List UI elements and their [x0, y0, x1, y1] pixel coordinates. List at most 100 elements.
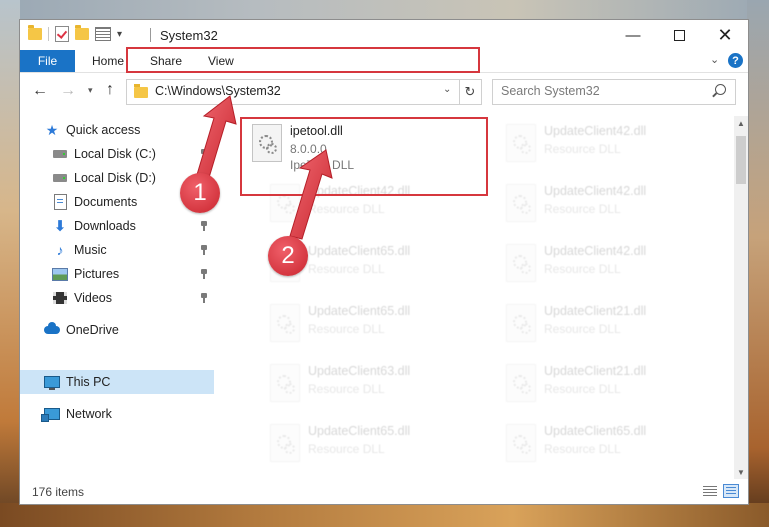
pictures-icon — [52, 267, 68, 281]
item-count: 176 items — [32, 485, 85, 499]
file-name: UpdateClient65.dll — [308, 244, 411, 258]
address-bar[interactable]: C:\Windows\System32 ⌄ — [126, 79, 460, 105]
sidebar-item-downloads[interactable]: ⬇ Downloads — [52, 214, 136, 238]
tab-file[interactable]: File — [20, 50, 75, 72]
view-properties-icon[interactable] — [95, 27, 111, 41]
details-view-icon[interactable] — [703, 486, 717, 497]
file-item[interactable]: UpdateClient42.dll Resource DLL — [498, 120, 728, 172]
desktop-background-right — [747, 0, 769, 527]
file-name: UpdateClient42.dll — [544, 184, 647, 198]
file-item[interactable]: UpdateClient65.dll Resource DLL — [262, 420, 492, 472]
sidebar-item-videos[interactable]: Videos — [52, 286, 112, 310]
search-icon[interactable] — [715, 84, 726, 95]
sidebar-item-label: Local Disk (D:) — [74, 171, 156, 185]
close-button[interactable]: ✕ — [702, 20, 748, 50]
title-bar: ▾ System32 — ✕ — [20, 20, 748, 50]
file-description: Resource DLL — [544, 322, 621, 336]
file-item[interactable]: UpdateClient63.dll Resource DLL — [262, 360, 492, 412]
new-folder-icon[interactable] — [75, 25, 89, 40]
file-description: Resource DLL — [308, 262, 385, 276]
sidebar-item-label: Music — [74, 243, 107, 257]
large-icons-view-icon[interactable] — [723, 484, 739, 498]
forward-arrow-icon[interactable]: → — [60, 82, 76, 100]
dll-file-icon — [506, 424, 536, 462]
address-dropdown-chevron-icon[interactable]: ⌄ — [443, 84, 451, 95]
file-item[interactable]: UpdateClient42.dll Resource DLL — [498, 240, 728, 292]
refresh-button[interactable]: ↻ — [459, 79, 482, 105]
address-path[interactable]: C:\Windows\System32 — [155, 84, 281, 98]
pin-icon[interactable] — [200, 293, 208, 303]
drive-icon — [53, 150, 67, 158]
pin-icon[interactable] — [200, 221, 208, 231]
scroll-thumb[interactable] — [736, 136, 746, 184]
file-item[interactable]: UpdateClient65.dll Resource DLL — [498, 420, 728, 472]
dll-file-icon — [506, 364, 536, 402]
sidebar-item-music[interactable]: ♪ Music — [52, 238, 107, 262]
file-name: UpdateClient65.dll — [308, 304, 411, 318]
customize-toolbar-dropdown-icon[interactable]: ▾ — [117, 29, 122, 40]
help-icon[interactable]: ? — [728, 53, 743, 68]
sidebar-item-pictures[interactable]: Pictures — [52, 262, 119, 286]
search-box[interactable] — [492, 79, 736, 105]
file-item[interactable]: UpdateClient21.dll Resource DLL — [498, 300, 728, 352]
sidebar-item-documents[interactable]: Documents — [52, 190, 137, 214]
maximize-button[interactable] — [656, 20, 702, 50]
sidebar-item-label: OneDrive — [66, 323, 119, 337]
navigation-bar: ← → ▾ ↑ C:\Windows\System32 ⌄ ↻ — [20, 73, 748, 109]
file-item[interactable]: UpdateClient42.dll Resource DLL — [498, 180, 728, 232]
pin-icon[interactable] — [200, 149, 208, 159]
drive-icon — [53, 174, 67, 182]
sidebar-item-quick-access[interactable]: ★ Quick access — [44, 118, 141, 142]
properties-check-icon[interactable] — [55, 26, 69, 42]
scroll-down-arrow-icon[interactable]: ▼ — [734, 465, 748, 479]
status-bar: 176 items — [20, 479, 748, 504]
sidebar-item-label: Pictures — [74, 267, 120, 281]
dll-file-icon — [506, 244, 536, 282]
dll-file-icon — [506, 184, 536, 222]
quick-access-toolbar: ▾ — [28, 25, 122, 42]
star-icon: ★ — [45, 121, 59, 138]
close-icon: ✕ — [717, 25, 733, 45]
minimize-button[interactable]: — — [610, 20, 656, 50]
step-badge-1: 1 — [180, 173, 220, 213]
file-item[interactable]: UpdateClient21.dll Resource DLL — [498, 360, 728, 412]
pin-icon[interactable] — [200, 245, 208, 255]
file-name: UpdateClient65.dll — [308, 424, 411, 438]
desktop-background-bottom — [0, 503, 769, 527]
back-arrow-icon[interactable]: ← — [32, 82, 48, 100]
tab-home[interactable]: Home — [92, 54, 124, 68]
refresh-icon: ↻ — [464, 84, 476, 99]
scroll-up-arrow-icon[interactable]: ▲ — [734, 116, 748, 130]
file-name: UpdateClient63.dll — [308, 364, 411, 378]
toolbar-divider — [48, 27, 49, 41]
sidebar-item-onedrive[interactable]: OneDrive — [44, 318, 119, 342]
search-input[interactable] — [493, 80, 719, 102]
network-icon — [41, 408, 60, 422]
sidebar-item-local-disk-d[interactable]: Local Disk (D:) — [52, 166, 156, 190]
sidebar-item-label: Local Disk (C:) — [74, 147, 156, 161]
dll-file-icon — [270, 304, 300, 342]
computer-icon — [44, 376, 60, 390]
sidebar-item-this-pc[interactable]: This PC — [20, 370, 214, 394]
documents-icon — [53, 194, 67, 210]
sidebar-item-label: Documents — [74, 195, 138, 209]
file-description: Resource DLL — [544, 442, 621, 456]
vertical-scrollbar[interactable]: ▲ ▼ — [734, 116, 748, 479]
file-description: Resource DLL — [544, 142, 621, 156]
folder-icon — [28, 25, 42, 40]
file-description: Resource DLL — [308, 442, 385, 456]
cloud-icon — [44, 322, 60, 334]
desktop-background-top — [0, 0, 769, 20]
recent-locations-chevron-icon[interactable]: ▾ — [88, 85, 93, 96]
sidebar-item-local-disk-c[interactable]: Local Disk (C:) — [52, 142, 156, 166]
file-description: Resource DLL — [308, 382, 385, 396]
expand-ribbon-chevron-icon[interactable]: ⌄ — [710, 53, 719, 66]
dll-file-icon — [270, 424, 300, 462]
file-description: Resource DLL — [544, 262, 621, 276]
sidebar-item-network[interactable]: Network — [41, 402, 112, 426]
pin-icon[interactable] — [200, 269, 208, 279]
up-arrow-icon[interactable]: ↑ — [106, 81, 114, 99]
file-item[interactable]: UpdateClient65.dll Resource DLL — [262, 300, 492, 352]
file-name: UpdateClient21.dll — [544, 364, 647, 378]
sidebar-item-label: Network — [66, 407, 112, 421]
